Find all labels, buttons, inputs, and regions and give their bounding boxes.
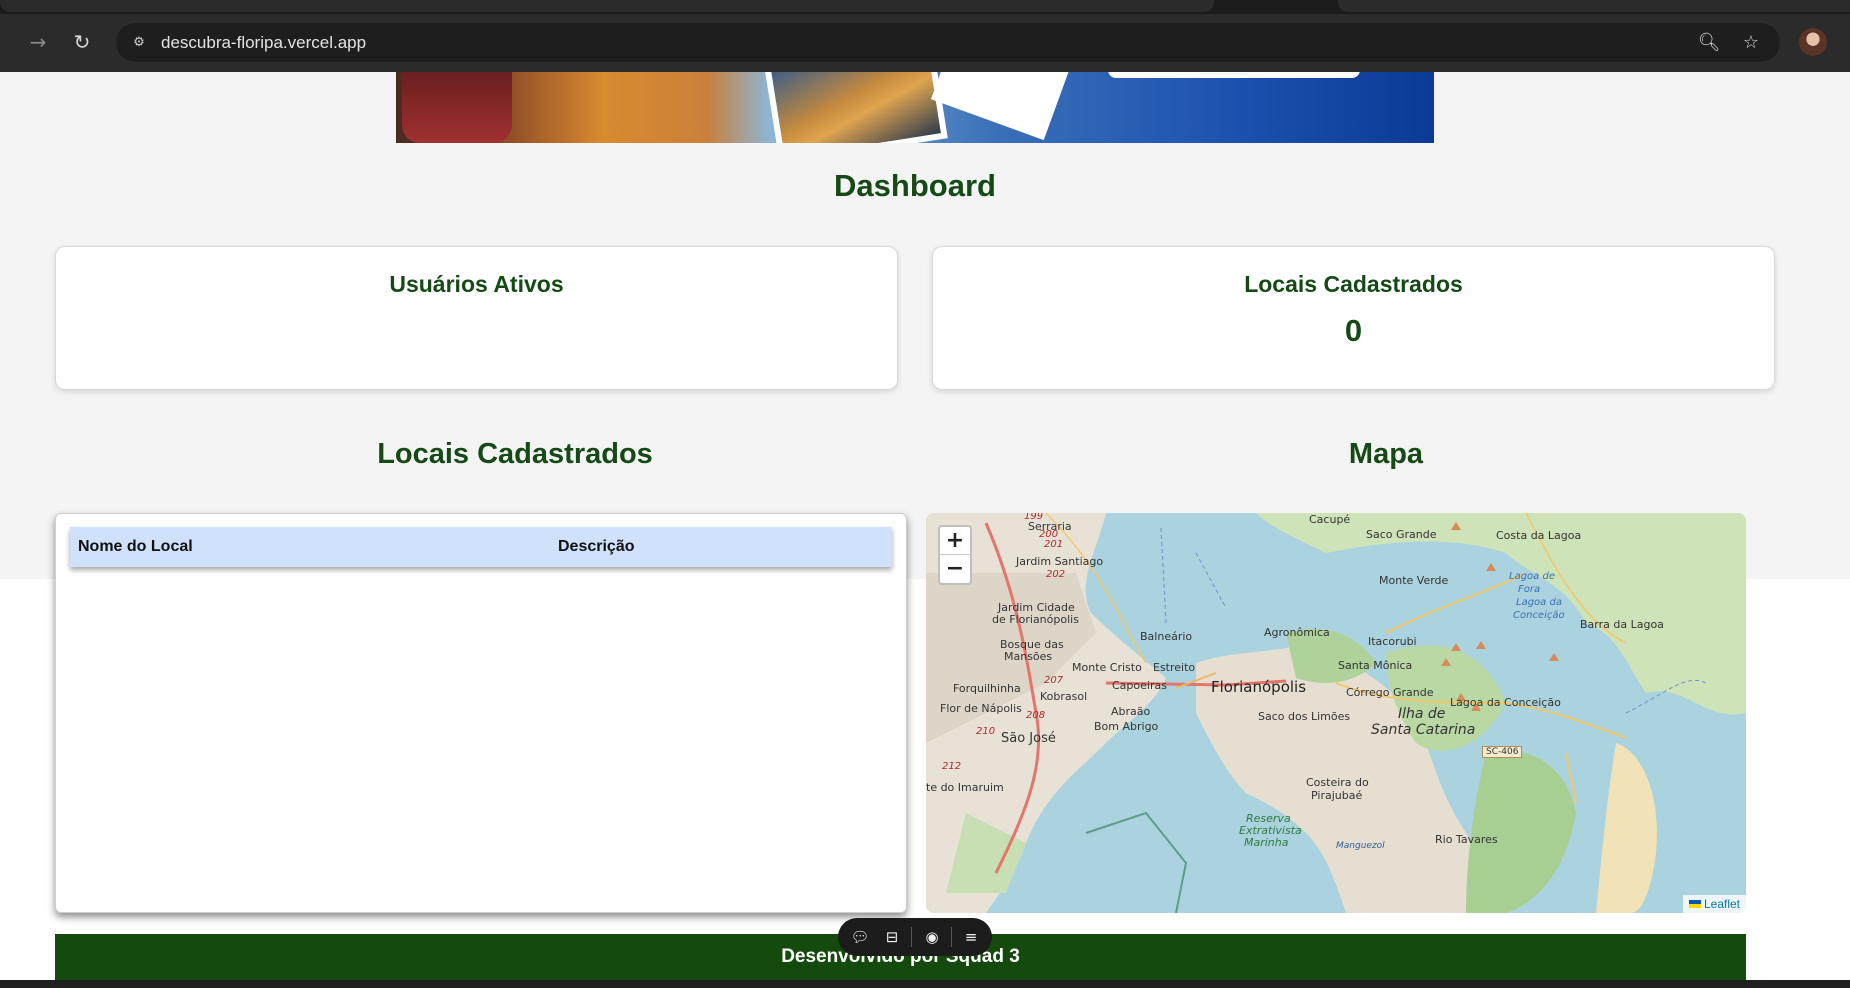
map-label: Florianópolis: [1211, 678, 1307, 696]
tab[interactable]: [1338, 0, 1850, 12]
map-label: Santa Mônica: [1338, 659, 1413, 672]
eye-toggle-icon[interactable]: ◉: [922, 927, 942, 947]
url-text[interactable]: descubra-floripa.vercel.app: [161, 33, 366, 53]
map-label: Cacupé: [1309, 513, 1351, 526]
road-number: 212: [942, 761, 962, 772]
map-label: Mansões: [1004, 650, 1053, 663]
map-label: Rio Tavares: [1435, 833, 1498, 846]
address-bar[interactable]: ⚙ descubra-floripa.vercel.app 🔍︎ ☆: [116, 23, 1780, 62]
map-label: Costa da Lagoa: [1496, 529, 1582, 542]
banner-bag-image: [402, 72, 512, 143]
map-label: Lagoa da Conceição: [1450, 696, 1561, 709]
ukraine-flag-icon: [1688, 900, 1701, 908]
banner-food-photo: [764, 72, 948, 143]
site-settings-icon[interactable]: ⚙: [128, 32, 150, 54]
map-label: Costeira do: [1306, 776, 1369, 789]
map-label: Fora: [1518, 584, 1541, 595]
zoom-in-button[interactable]: +: [940, 527, 970, 555]
map-label: de Florianópolis: [992, 613, 1079, 626]
browser-toolbar: → ↻ ⚙ descubra-floripa.vercel.app 🔍︎ ☆: [0, 14, 1850, 72]
map-label: Lagoa da: [1516, 597, 1562, 608]
map-label: Lagoa de: [1509, 571, 1555, 582]
map-label: Saco Grande: [1366, 528, 1437, 541]
banner-button[interactable]: [1108, 72, 1360, 78]
road-shield: SC-406: [1482, 746, 1523, 758]
road-number: 199: [1024, 513, 1044, 522]
map-label: Flor de Nápolis: [940, 702, 1022, 715]
map-label: Estreito: [1153, 661, 1196, 674]
leaflet-link[interactable]: Leaflet: [1704, 897, 1740, 911]
banner-card: [930, 72, 1072, 141]
arrow-forward-icon[interactable]: →: [24, 28, 52, 56]
stat-title: Locais Cadastrados: [1244, 271, 1463, 297]
places-table-panel: Nome do Local Descrição: [55, 513, 907, 913]
column-header-description: Descrição: [558, 538, 635, 555]
map-label: Barra da Lagoa: [1580, 618, 1664, 631]
map-label: Jardim Santiago: [1016, 555, 1104, 568]
map-label: Agronômica: [1264, 626, 1330, 639]
map-label: Monte Cristo: [1072, 661, 1142, 674]
stat-title: Usuários Ativos: [389, 271, 564, 297]
stat-card-active-users: Usuários Ativos: [55, 246, 898, 390]
map-label: Capoeiras: [1112, 679, 1167, 692]
avatar[interactable]: [1799, 28, 1827, 56]
map-label: Manguezol: [1336, 841, 1385, 851]
map-label: Monte Verde: [1379, 574, 1449, 587]
map-label: Santa Catarina: [1371, 722, 1476, 738]
map-label: Abraão: [1111, 705, 1151, 718]
map-label: Córrego Grande: [1346, 686, 1434, 699]
map-label: Itacorubi: [1368, 635, 1417, 648]
map-attribution: Leaflet: [1682, 895, 1746, 913]
menu-icon[interactable]: ≡: [961, 927, 981, 947]
map-label: Saco dos Limões: [1258, 710, 1351, 723]
road-number: 202: [1046, 569, 1066, 580]
map-label: Balneário: [1140, 630, 1193, 643]
star-icon[interactable]: ☆: [1739, 31, 1763, 55]
list-section-title: Locais Cadastrados: [377, 438, 653, 470]
map-label: São José: [1001, 731, 1056, 746]
map-label: Marinha: [1244, 836, 1289, 849]
column-header-name: Nome do Local: [78, 538, 193, 555]
tab-strip: [0, 0, 1850, 14]
road-number: 201: [1044, 539, 1064, 550]
table-header: Nome do Local Descrição: [70, 527, 892, 567]
zoom-out-button[interactable]: −: [940, 555, 970, 583]
tab[interactable]: [0, 0, 1214, 12]
stat-value: 0: [1344, 313, 1363, 348]
zoom-icon[interactable]: 🔍︎: [1697, 31, 1721, 55]
page-title: Dashboard: [834, 168, 996, 203]
toolbar-divider: [911, 927, 912, 947]
map-label: Conceição: [1513, 610, 1565, 621]
reload-icon[interactable]: ↻: [68, 28, 96, 56]
toolbar-divider: [951, 927, 952, 947]
map-zoom-control: + −: [938, 525, 972, 585]
map-label: Ilha de: [1398, 706, 1446, 722]
map-label: Forquilhinha: [953, 682, 1021, 695]
map-section-title: Mapa: [1348, 438, 1424, 470]
hero-banner: [396, 72, 1434, 143]
inbox-icon[interactable]: ⊟: [882, 927, 902, 947]
floating-toolbar: 💬︎ ⊟ ◉ ≡: [838, 918, 992, 956]
road-number: 207: [1044, 675, 1064, 686]
map-label: Kobrasol: [1040, 690, 1088, 703]
road-number: 210: [976, 726, 996, 737]
map-label: te do Imaruim: [926, 781, 1004, 794]
comment-icon[interactable]: 💬︎: [850, 927, 870, 947]
page-viewport: Dashboard Usuários Ativos Locais Cadastr…: [0, 72, 1850, 980]
map-label: Bom Abrigo: [1094, 720, 1159, 733]
window-bottom-edge: [0, 980, 1850, 988]
road-number: 208: [1026, 710, 1046, 721]
map-label: Pirajubaé: [1311, 789, 1363, 802]
map[interactable]: Florianópolis Ilha de Santa Catarina São…: [926, 513, 1746, 913]
stat-card-places: Locais Cadastrados 0: [932, 246, 1775, 390]
